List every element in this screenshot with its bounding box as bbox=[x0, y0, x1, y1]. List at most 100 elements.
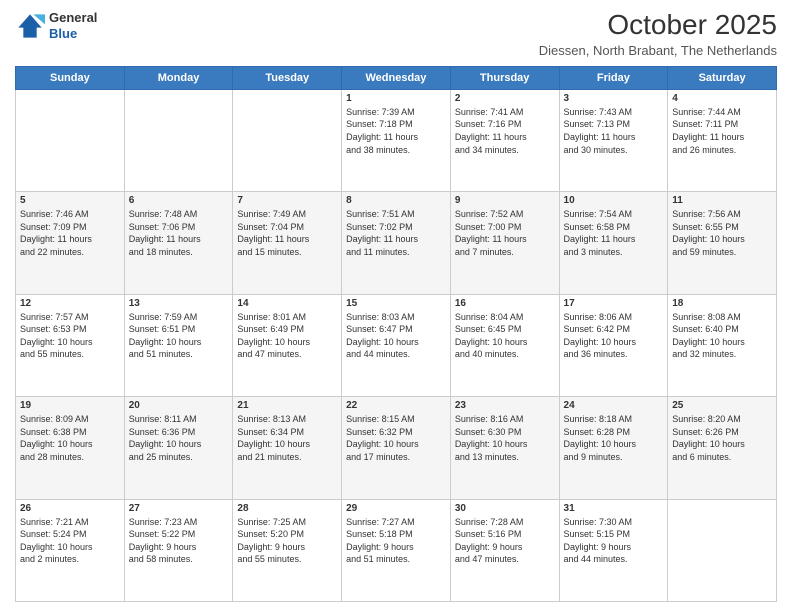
week-row-5: 26 Sunrise: 7:21 AM Sunset: 5:24 PM Dayli… bbox=[16, 499, 777, 601]
day-content: Sunrise: 7:30 AM Sunset: 5:15 PM Dayligh… bbox=[564, 516, 664, 566]
day-number: 27 bbox=[129, 503, 229, 514]
day-content: Sunrise: 7:56 AM Sunset: 6:55 PM Dayligh… bbox=[672, 208, 772, 258]
day-number: 28 bbox=[237, 503, 337, 514]
weekday-header-row: SundayMondayTuesdayWednesdayThursdayFrid… bbox=[16, 66, 777, 89]
day-content: Sunrise: 7:51 AM Sunset: 7:02 PM Dayligh… bbox=[346, 208, 446, 258]
day-content: Sunrise: 7:44 AM Sunset: 7:11 PM Dayligh… bbox=[672, 106, 772, 156]
logo-line2: Blue bbox=[49, 26, 97, 42]
day-number: 10 bbox=[564, 195, 664, 206]
calendar-cell: 17 Sunrise: 8:06 AM Sunset: 6:42 PM Dayli… bbox=[559, 294, 668, 396]
day-content: Sunrise: 8:16 AM Sunset: 6:30 PM Dayligh… bbox=[455, 413, 555, 463]
calendar-cell: 29 Sunrise: 7:27 AM Sunset: 5:18 PM Dayli… bbox=[342, 499, 451, 601]
day-content: Sunrise: 7:25 AM Sunset: 5:20 PM Dayligh… bbox=[237, 516, 337, 566]
day-number: 22 bbox=[346, 400, 446, 411]
calendar-cell: 3Sunrise: 7:43 AM Sunset: 7:13 PM Daylig… bbox=[559, 89, 668, 191]
day-number: 29 bbox=[346, 503, 446, 514]
day-number: 14 bbox=[237, 298, 337, 309]
day-number: 25 bbox=[672, 400, 772, 411]
day-content: Sunrise: 8:04 AM Sunset: 6:45 PM Dayligh… bbox=[455, 311, 555, 361]
calendar-cell: 12 Sunrise: 7:57 AM Sunset: 6:53 PM Dayli… bbox=[16, 294, 125, 396]
weekday-header-friday: Friday bbox=[559, 66, 668, 89]
calendar-cell: 14 Sunrise: 8:01 AM Sunset: 6:49 PM Dayli… bbox=[233, 294, 342, 396]
day-content: Sunrise: 7:54 AM Sunset: 6:58 PM Dayligh… bbox=[564, 208, 664, 258]
calendar-cell: 27 Sunrise: 7:23 AM Sunset: 5:22 PM Dayli… bbox=[124, 499, 233, 601]
day-number: 15 bbox=[346, 298, 446, 309]
day-content: Sunrise: 7:48 AM Sunset: 7:06 PM Dayligh… bbox=[129, 208, 229, 258]
day-number: 30 bbox=[455, 503, 555, 514]
page: General Blue October 2025 Diessen, North… bbox=[0, 0, 792, 612]
calendar-cell: 31Sunrise: 7:30 AM Sunset: 5:15 PM Dayli… bbox=[559, 499, 668, 601]
calendar-cell: 10 Sunrise: 7:54 AM Sunset: 6:58 PM Dayli… bbox=[559, 192, 668, 294]
day-content: Sunrise: 8:18 AM Sunset: 6:28 PM Dayligh… bbox=[564, 413, 664, 463]
day-number: 17 bbox=[564, 298, 664, 309]
calendar-cell: 26 Sunrise: 7:21 AM Sunset: 5:24 PM Dayli… bbox=[16, 499, 125, 601]
day-number: 11 bbox=[672, 195, 772, 206]
day-number: 19 bbox=[20, 400, 120, 411]
calendar-cell: 11 Sunrise: 7:56 AM Sunset: 6:55 PM Dayli… bbox=[668, 192, 777, 294]
weekday-header-monday: Monday bbox=[124, 66, 233, 89]
day-number: 4 bbox=[672, 93, 772, 104]
day-number: 26 bbox=[20, 503, 120, 514]
day-content: Sunrise: 7:49 AM Sunset: 7:04 PM Dayligh… bbox=[237, 208, 337, 258]
calendar-cell: 25 Sunrise: 8:20 AM Sunset: 6:26 PM Dayli… bbox=[668, 397, 777, 499]
logo: General Blue bbox=[15, 10, 97, 41]
calendar-cell: 2Sunrise: 7:41 AM Sunset: 7:16 PM Daylig… bbox=[450, 89, 559, 191]
day-number: 5 bbox=[20, 195, 120, 206]
logo-icon bbox=[15, 11, 45, 41]
day-number: 20 bbox=[129, 400, 229, 411]
day-content: Sunrise: 7:59 AM Sunset: 6:51 PM Dayligh… bbox=[129, 311, 229, 361]
calendar-cell bbox=[233, 89, 342, 191]
calendar-cell: 4 Sunrise: 7:44 AM Sunset: 7:11 PM Daylig… bbox=[668, 89, 777, 191]
day-content: Sunrise: 8:15 AM Sunset: 6:32 PM Dayligh… bbox=[346, 413, 446, 463]
day-content: Sunrise: 8:03 AM Sunset: 6:47 PM Dayligh… bbox=[346, 311, 446, 361]
calendar-cell: 30 Sunrise: 7:28 AM Sunset: 5:16 PM Dayli… bbox=[450, 499, 559, 601]
day-number: 13 bbox=[129, 298, 229, 309]
calendar: SundayMondayTuesdayWednesdayThursdayFrid… bbox=[15, 66, 777, 602]
weekday-header-sunday: Sunday bbox=[16, 66, 125, 89]
day-content: Sunrise: 7:52 AM Sunset: 7:00 PM Dayligh… bbox=[455, 208, 555, 258]
day-content: Sunrise: 7:23 AM Sunset: 5:22 PM Dayligh… bbox=[129, 516, 229, 566]
calendar-cell: 8 Sunrise: 7:51 AM Sunset: 7:02 PM Daylig… bbox=[342, 192, 451, 294]
calendar-cell: 9 Sunrise: 7:52 AM Sunset: 7:00 PM Daylig… bbox=[450, 192, 559, 294]
day-content: Sunrise: 8:09 AM Sunset: 6:38 PM Dayligh… bbox=[20, 413, 120, 463]
calendar-cell bbox=[668, 499, 777, 601]
day-content: Sunrise: 8:06 AM Sunset: 6:42 PM Dayligh… bbox=[564, 311, 664, 361]
logo-text: General Blue bbox=[49, 10, 97, 41]
day-content: Sunrise: 8:08 AM Sunset: 6:40 PM Dayligh… bbox=[672, 311, 772, 361]
day-number: 21 bbox=[237, 400, 337, 411]
calendar-cell bbox=[16, 89, 125, 191]
weekday-header-thursday: Thursday bbox=[450, 66, 559, 89]
day-content: Sunrise: 7:28 AM Sunset: 5:16 PM Dayligh… bbox=[455, 516, 555, 566]
calendar-cell: 6Sunrise: 7:48 AM Sunset: 7:06 PM Daylig… bbox=[124, 192, 233, 294]
calendar-cell: 23Sunrise: 8:16 AM Sunset: 6:30 PM Dayli… bbox=[450, 397, 559, 499]
day-content: Sunrise: 8:13 AM Sunset: 6:34 PM Dayligh… bbox=[237, 413, 337, 463]
day-content: Sunrise: 7:57 AM Sunset: 6:53 PM Dayligh… bbox=[20, 311, 120, 361]
calendar-cell: 18 Sunrise: 8:08 AM Sunset: 6:40 PM Dayli… bbox=[668, 294, 777, 396]
weekday-header-tuesday: Tuesday bbox=[233, 66, 342, 89]
week-row-4: 19 Sunrise: 8:09 AM Sunset: 6:38 PM Dayli… bbox=[16, 397, 777, 499]
day-content: Sunrise: 7:43 AM Sunset: 7:13 PM Dayligh… bbox=[564, 106, 664, 156]
day-content: Sunrise: 7:39 AM Sunset: 7:18 PM Dayligh… bbox=[346, 106, 446, 156]
subtitle: Diessen, North Brabant, The Netherlands bbox=[539, 43, 777, 58]
day-number: 12 bbox=[20, 298, 120, 309]
weekday-header-wednesday: Wednesday bbox=[342, 66, 451, 89]
week-row-3: 12 Sunrise: 7:57 AM Sunset: 6:53 PM Dayli… bbox=[16, 294, 777, 396]
day-number: 18 bbox=[672, 298, 772, 309]
day-content: Sunrise: 8:20 AM Sunset: 6:26 PM Dayligh… bbox=[672, 413, 772, 463]
day-content: Sunrise: 8:01 AM Sunset: 6:49 PM Dayligh… bbox=[237, 311, 337, 361]
header: General Blue October 2025 Diessen, North… bbox=[15, 10, 777, 58]
day-content: Sunrise: 7:46 AM Sunset: 7:09 PM Dayligh… bbox=[20, 208, 120, 258]
day-content: Sunrise: 7:41 AM Sunset: 7:16 PM Dayligh… bbox=[455, 106, 555, 156]
calendar-cell: 13 Sunrise: 7:59 AM Sunset: 6:51 PM Dayli… bbox=[124, 294, 233, 396]
calendar-cell: 5 Sunrise: 7:46 AM Sunset: 7:09 PM Daylig… bbox=[16, 192, 125, 294]
day-number: 8 bbox=[346, 195, 446, 206]
day-number: 7 bbox=[237, 195, 337, 206]
calendar-cell: 16Sunrise: 8:04 AM Sunset: 6:45 PM Dayli… bbox=[450, 294, 559, 396]
day-content: Sunrise: 7:27 AM Sunset: 5:18 PM Dayligh… bbox=[346, 516, 446, 566]
day-content: Sunrise: 8:11 AM Sunset: 6:36 PM Dayligh… bbox=[129, 413, 229, 463]
calendar-cell bbox=[124, 89, 233, 191]
day-content: Sunrise: 7:21 AM Sunset: 5:24 PM Dayligh… bbox=[20, 516, 120, 566]
calendar-cell: 24Sunrise: 8:18 AM Sunset: 6:28 PM Dayli… bbox=[559, 397, 668, 499]
week-row-1: 1Sunrise: 7:39 AM Sunset: 7:18 PM Daylig… bbox=[16, 89, 777, 191]
day-number: 9 bbox=[455, 195, 555, 206]
